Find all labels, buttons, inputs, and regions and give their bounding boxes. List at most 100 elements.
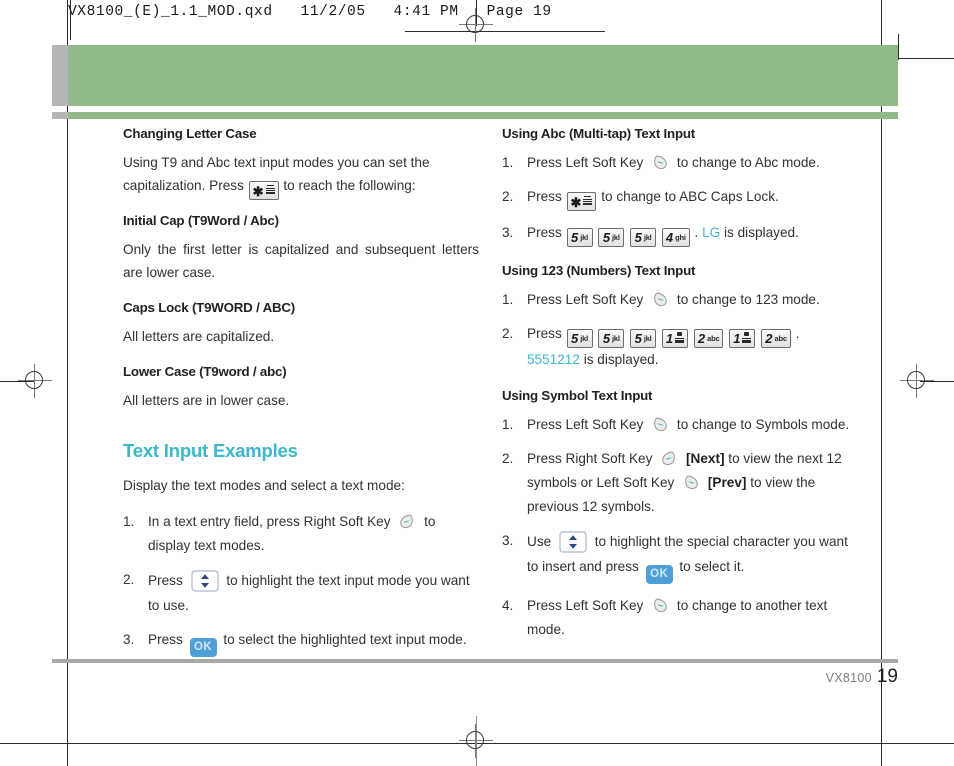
left-soft-key-icon bbox=[650, 153, 670, 173]
keypad-key-2-icon: 2 abc bbox=[761, 329, 791, 348]
keypad-key-5-icon: 5 jkl bbox=[630, 228, 657, 247]
step-text-b: to change to Symbols mode. bbox=[676, 417, 850, 432]
steps-using-symbols: 1. Press Left Soft Key to change to Symb… bbox=[502, 413, 858, 642]
chapter-band-underline-fill bbox=[68, 112, 898, 119]
keypad-key-5-icon: 5 jkl bbox=[630, 329, 657, 348]
key-letters: abc bbox=[707, 334, 720, 343]
key-digit: 5 bbox=[571, 230, 579, 245]
key-letters: abc bbox=[774, 334, 787, 343]
right-soft-key-icon bbox=[397, 512, 417, 532]
keypad-key-2-icon: 2 abc bbox=[693, 329, 724, 348]
step-number: 2. bbox=[123, 572, 135, 587]
heading-using-123-numbers: Using 123 (Numbers) Text Input bbox=[502, 263, 696, 278]
keypad-key-5-icon: 5 jkl bbox=[566, 329, 593, 348]
key-digit: 5 bbox=[571, 331, 579, 346]
displayed-result-text: 5551212 bbox=[527, 352, 580, 367]
step-text-b: to change to ABC Caps Lock. bbox=[601, 189, 779, 204]
keypad-key-1-icon: 1 bbox=[729, 329, 756, 348]
paragraph-changing-letter-case: Using T9 and Abc text input modes you ca… bbox=[123, 151, 479, 200]
steps-using-abc: 1. Press Left Soft Key to change to Abc … bbox=[502, 151, 858, 247]
step-text-c: is displayed. bbox=[583, 352, 659, 367]
step-text-a: Press bbox=[527, 225, 562, 240]
list-item: 2. Press ✱ to change to ABC Caps Lock. bbox=[502, 185, 858, 211]
step-number: 1. bbox=[502, 292, 514, 307]
list-item: 2. Press to highlight the text input mod… bbox=[123, 568, 479, 618]
heading-using-symbol-text-input: Using Symbol Text Input bbox=[502, 388, 653, 403]
step-text-a: Press Left Soft Key bbox=[527, 292, 644, 307]
key-digit: 5 bbox=[634, 331, 642, 346]
paragraph-caps-lock: All letters are capitalized. bbox=[123, 329, 275, 344]
heading-changing-letter-case: Changing Letter Case bbox=[123, 126, 257, 141]
footer-model-name: VX8100 bbox=[825, 671, 872, 685]
list-item: 1. Press Left Soft Key to change to 123 … bbox=[502, 288, 858, 312]
heading-lower-case: Lower Case (T9word / abc) bbox=[123, 364, 287, 379]
step-text-b: . bbox=[795, 326, 800, 341]
crop-tick-top-right bbox=[898, 34, 899, 60]
key-letters: jkl bbox=[580, 334, 589, 343]
key-letters: jkl bbox=[643, 334, 652, 343]
keypad-key-5-icon: 5 jkl bbox=[566, 228, 593, 247]
list-item: 2. Press 5 jkl 5 jkl 5 jkl 1 2 abc 1 2 abc . … bbox=[502, 322, 858, 372]
step-number: 2. bbox=[502, 189, 514, 204]
heading-text-input-examples: Text Input Examples bbox=[123, 440, 298, 461]
key-digit: 2 bbox=[697, 331, 706, 346]
keypad-key-1-icon: 1 bbox=[661, 329, 689, 348]
list-item: 3. Use to highlight the special characte… bbox=[502, 529, 858, 584]
ok-key-icon: OK bbox=[189, 638, 217, 657]
list-item: 3. Press OK to select the highlighted te… bbox=[123, 628, 479, 657]
left-soft-key-icon bbox=[650, 415, 670, 435]
list-item: 4. Press Left Soft Key to change to anot… bbox=[502, 594, 858, 642]
soft-key-label-prev: [Prev] bbox=[707, 475, 747, 490]
left-soft-key-icon bbox=[681, 473, 701, 493]
step-number: 1. bbox=[123, 514, 135, 529]
keypad-key-4-icon: 4 ghi bbox=[661, 228, 690, 247]
key-digit: 5 bbox=[602, 331, 611, 346]
crop-rule-top bbox=[405, 31, 605, 32]
registration-mark-bottom-icon bbox=[459, 724, 493, 758]
chapter-band-underline-tab bbox=[52, 112, 68, 119]
step-number: 1. bbox=[502, 155, 514, 170]
step-number: 2. bbox=[502, 451, 514, 466]
soft-key-label-next: [Next] bbox=[685, 451, 725, 466]
footer-page-number: 19 bbox=[876, 666, 898, 687]
step-number: 3. bbox=[502, 225, 514, 240]
paragraph-initial-cap: Only the first letter is capitalized and… bbox=[123, 242, 479, 280]
key-letters: ghi bbox=[675, 233, 686, 242]
heading-using-abc-multitap: Using Abc (Multi-tap) Text Input bbox=[502, 126, 696, 141]
step-number: 2. bbox=[502, 326, 514, 341]
paragraph-text-input-intro: Display the text modes and select a text… bbox=[123, 478, 405, 493]
crop-rule-top-right bbox=[890, 58, 954, 59]
key-digit: 1 bbox=[733, 331, 741, 346]
text-line-b: capitalization. Press bbox=[123, 178, 244, 193]
list-item: 1. Press Left Soft Key to change to Abc … bbox=[502, 151, 858, 175]
step-text-a: Use bbox=[527, 534, 552, 549]
star-shift-key-icon: ✱ bbox=[248, 181, 279, 200]
displayed-result-text: LG bbox=[702, 225, 721, 240]
left-soft-key-icon bbox=[650, 290, 670, 310]
heading-initial-cap: Initial Cap (T9Word / Abc) bbox=[123, 213, 279, 228]
step-text-a: Press Left Soft Key bbox=[527, 155, 644, 170]
key-letters: jkl bbox=[612, 334, 620, 343]
list-item: 3. Press 5 jkl 5 jkl 5 jkl 4 ghi . LG is dis… bbox=[502, 221, 858, 247]
list-item: 2. Press Right Soft Key [Next] to view t… bbox=[502, 447, 858, 519]
step-text-a: Press bbox=[148, 632, 183, 647]
step-text-b: . bbox=[694, 225, 699, 240]
key-letters: jkl bbox=[643, 233, 652, 242]
key-digit: 4 bbox=[665, 230, 674, 245]
chapter-band-underline bbox=[52, 112, 898, 119]
key-letters: jkl bbox=[580, 233, 589, 242]
page-footer: VX8100 19 bbox=[52, 666, 898, 688]
list-item: 1. Press Left Soft Key to change to Symb… bbox=[502, 413, 858, 437]
registration-mark-left-icon bbox=[18, 364, 52, 398]
text-line-a: Using T9 and Abc text input modes you ca… bbox=[123, 155, 430, 170]
step-text-c: to select it. bbox=[679, 559, 745, 574]
footer-divider bbox=[52, 659, 898, 663]
step-number: 3. bbox=[502, 533, 514, 548]
step-text-a: Press bbox=[527, 326, 562, 341]
left-soft-key-icon bbox=[650, 596, 670, 616]
step-text-c: is displayed. bbox=[724, 225, 799, 240]
chapter-band-tab bbox=[52, 45, 68, 106]
step-text-a: Press bbox=[527, 189, 562, 204]
navigation-up-down-key-icon bbox=[558, 529, 588, 555]
prepress-file-header: VX8100_(E)_1.1_MOD.qxd 11/2/05 4:41 PM P… bbox=[68, 4, 552, 20]
